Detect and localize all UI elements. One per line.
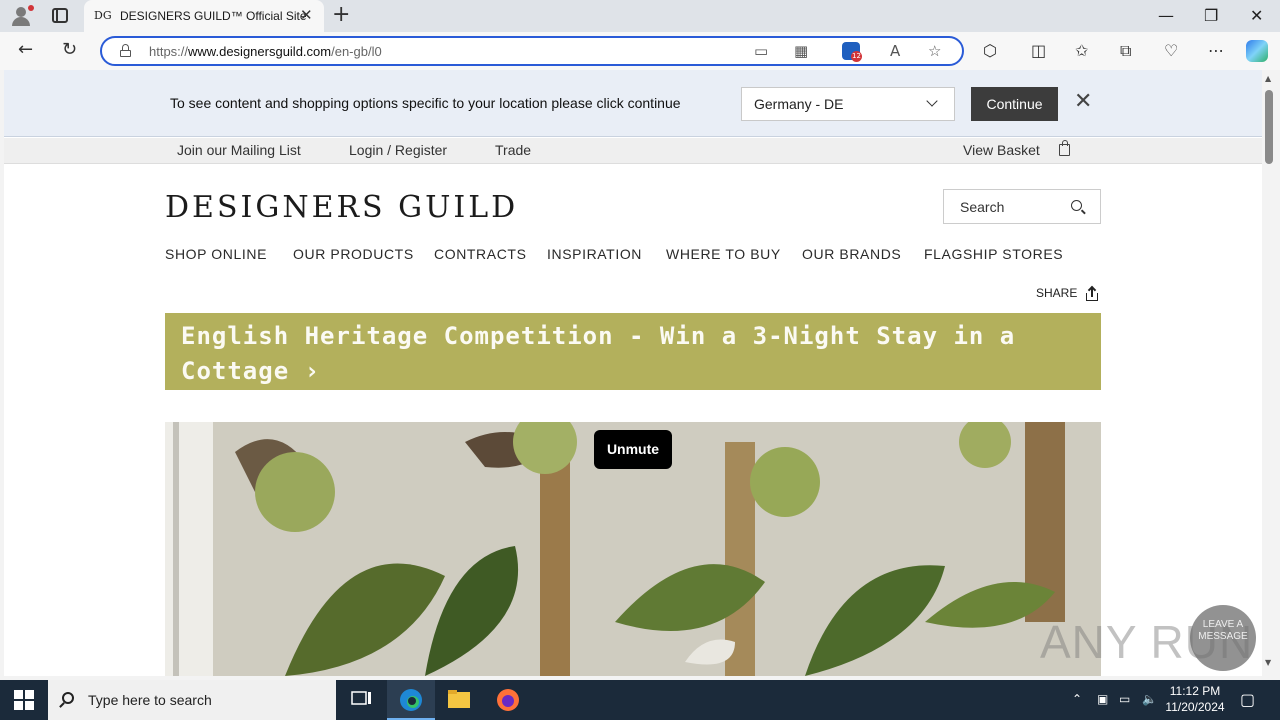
location-message: To see content and shopping options spec… (170, 95, 681, 111)
lock-icon[interactable] (120, 44, 131, 57)
split-screen-icon[interactable]: ◫ (1031, 41, 1046, 60)
window-close-icon[interactable]: ✕ (1250, 6, 1263, 25)
search-icon (62, 692, 74, 704)
taskbar-search-placeholder: Type here to search (88, 692, 212, 708)
search-input[interactable]: Search (960, 199, 1004, 215)
volume-icon[interactable]: 🔈 (1142, 692, 1157, 706)
address-row: ← ↻ https://www.designersguild.com/en-gb… (0, 32, 1280, 70)
favorite-icon[interactable]: ☆ (928, 42, 941, 60)
nav-inspiration[interactable]: INSPIRATION (547, 246, 642, 262)
notifications-icon[interactable]: ▢ (1240, 690, 1255, 709)
extensions-icon[interactable]: ⬡ (983, 41, 997, 60)
file-explorer-icon[interactable] (435, 680, 483, 720)
refresh-icon[interactable]: ↻ (62, 39, 77, 60)
chevron-down-icon (926, 95, 938, 107)
nav-our-products[interactable]: OUR PRODUCTS (293, 246, 414, 262)
country-select-value: Germany - DE (754, 96, 844, 112)
mailing-list-link[interactable]: Join our Mailing List (177, 142, 301, 158)
new-tab-icon[interactable]: + (332, 2, 350, 27)
share-icon[interactable] (1086, 285, 1098, 301)
tab-close-icon[interactable]: ✕ (300, 6, 313, 24)
continue-button[interactable]: Continue (971, 87, 1058, 121)
nav-where-to-buy[interactable]: WHERE TO BUY (666, 246, 781, 262)
clock-time: 11:12 PM (1169, 684, 1221, 698)
view-basket-link[interactable]: View Basket (963, 142, 1040, 158)
promo-text: English Heritage Competition - Win a 3-N… (181, 322, 1016, 385)
search-icon[interactable] (1071, 200, 1082, 211)
url-text[interactable]: https://www.designersguild.com/en-gb/l0 (149, 44, 382, 59)
tab-bar: DG DESIGNERS GUILD™ Official Site ✕ + — … (0, 0, 1280, 32)
performance-icon[interactable]: ♡ (1164, 41, 1178, 60)
nav-contracts[interactable]: CONTRACTS (434, 246, 527, 262)
promo-banner[interactable]: English Heritage Competition - Win a 3-N… (165, 313, 1101, 390)
search-box[interactable]: Search (943, 189, 1101, 224)
apps-icon[interactable]: ▦ (794, 42, 808, 60)
login-register-link[interactable]: Login / Register (349, 142, 447, 158)
scrollbar-thumb[interactable] (1265, 90, 1273, 164)
utility-bar: Join our Mailing List Login / Register T… (4, 138, 1262, 164)
browser-tab[interactable]: DG DESIGNERS GUILD™ Official Site ✕ (84, 0, 324, 32)
windows-start-icon[interactable] (14, 690, 34, 710)
close-banner-icon[interactable]: ✕ (1074, 89, 1092, 114)
taskbar-search[interactable]: Type here to search (48, 680, 336, 720)
clock-date: 11/20/2024 (1165, 700, 1225, 714)
tray-chevron-icon[interactable]: ⌃ (1072, 692, 1082, 706)
collections-icon[interactable]: ⧉ (1120, 41, 1131, 61)
nav-shop-online[interactable]: SHOP ONLINE (165, 246, 267, 262)
maximize-icon[interactable]: ❐ (1204, 6, 1218, 25)
tab-favicon: DG (94, 9, 112, 22)
leave-message-button[interactable]: LEAVE A MESSAGE (1190, 605, 1256, 671)
trade-link[interactable]: Trade (495, 142, 531, 158)
firefox-icon[interactable] (484, 680, 532, 720)
extension-badge-icon[interactable]: 12 (842, 42, 862, 62)
basket-icon[interactable] (1059, 140, 1070, 156)
device-icon[interactable]: ▭ (754, 42, 768, 60)
scroll-up-icon[interactable]: ▲ (1265, 74, 1271, 83)
tab-title: DESIGNERS GUILD™ Official Site (120, 9, 307, 23)
taskbar: Type here to search ⌃ ▣ ▭ 🔈 11:12 PM 11/… (0, 680, 1280, 720)
share-label[interactable]: SHARE (1036, 286, 1077, 300)
network-icon[interactable]: ▭ (1119, 692, 1130, 706)
profile-icon[interactable] (10, 5, 34, 27)
task-view-icon[interactable] (336, 680, 384, 720)
more-icon[interactable]: ⋯ (1208, 41, 1224, 60)
tab-actions-icon[interactable] (52, 8, 68, 23)
country-select[interactable]: Germany - DE (741, 87, 955, 121)
site-logo[interactable]: DESIGNERS GUILD (165, 190, 518, 225)
read-aloud-icon[interactable]: A (890, 42, 900, 60)
location-banner: To see content and shopping options spec… (4, 70, 1262, 137)
unmute-button[interactable]: Unmute (594, 430, 672, 469)
nav-flagship-stores[interactable]: FLAGSHIP STORES (924, 246, 1063, 262)
back-icon[interactable]: ← (18, 39, 33, 60)
edge-taskbar-icon[interactable] (387, 680, 435, 720)
tray-device-icon[interactable]: ▣ (1097, 692, 1108, 706)
nav-our-brands[interactable]: OUR BRANDS (802, 246, 901, 262)
copilot-icon[interactable] (1246, 40, 1268, 62)
favorites-icon[interactable]: ✩ (1075, 41, 1088, 60)
page-scrollbar[interactable]: ▲ ▼ (1262, 70, 1276, 676)
page-viewport: To see content and shopping options spec… (4, 70, 1262, 676)
scroll-down-icon[interactable]: ▼ (1265, 658, 1271, 667)
leave-message-label: LEAVE A MESSAGE (1198, 619, 1248, 642)
address-bar[interactable]: https://www.designersguild.com/en-gb/l0 … (100, 36, 964, 66)
minimize-icon[interactable]: — (1158, 6, 1174, 25)
system-clock[interactable]: 11:12 PM 11/20/2024 (1160, 683, 1230, 715)
